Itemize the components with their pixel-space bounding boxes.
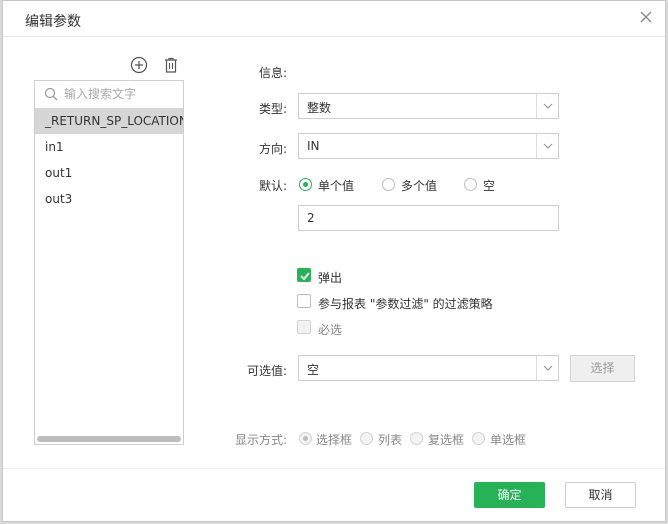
chevron-down-icon xyxy=(543,103,553,109)
search-input[interactable] xyxy=(64,84,178,104)
participate-filter-label: 参与报表 "参数过滤" 的过滤策略 xyxy=(318,297,493,311)
participate-filter-checkbox[interactable] xyxy=(297,294,311,308)
default-multiple-label: 多个值 xyxy=(401,179,438,193)
required-checkbox[interactable] xyxy=(297,320,311,334)
list-item[interactable]: out3 xyxy=(35,186,183,212)
default-empty-label: 空 xyxy=(483,179,496,193)
search-icon xyxy=(44,87,58,101)
list-item[interactable]: out1 xyxy=(35,160,183,186)
display-checkbox-radio[interactable] xyxy=(410,432,423,445)
display-radio-radio[interactable] xyxy=(472,432,485,445)
default-value-box xyxy=(298,205,559,231)
required-label: 必选 xyxy=(318,323,343,337)
type-label: 类型: xyxy=(259,102,288,116)
direction-select-value: IN xyxy=(307,139,320,153)
list-item[interactable]: in1 xyxy=(35,134,183,160)
search-box xyxy=(36,82,182,106)
type-select-value: 整数 xyxy=(307,101,332,115)
popup-checkbox[interactable] xyxy=(297,268,311,282)
optional-values-label: 可选值: xyxy=(247,364,288,378)
optional-values-select-value: 空 xyxy=(307,363,320,377)
parameter-list: _RETURN_SP_LOCATION_ in1 out1 out3 xyxy=(35,108,183,212)
display-radio-label: 单选框 xyxy=(490,433,527,447)
display-list-label: 列表 xyxy=(378,433,403,447)
display-combo-radio[interactable] xyxy=(299,432,312,445)
optional-values-select[interactable]: 空 xyxy=(298,355,559,381)
delete-parameter-icon[interactable] xyxy=(162,56,180,74)
dialog-titlebar: 编辑参数 xyxy=(3,1,665,37)
info-label: 信息: xyxy=(259,66,288,80)
type-select[interactable]: 整数 xyxy=(298,93,559,119)
choose-button[interactable]: 选择 xyxy=(570,355,635,382)
list-item[interactable]: _RETURN_SP_LOCATION_ xyxy=(35,108,183,134)
default-single-label: 单个值 xyxy=(318,179,355,193)
default-single-radio[interactable] xyxy=(299,178,312,191)
default-multiple-radio[interactable] xyxy=(382,178,395,191)
popup-label: 弹出 xyxy=(318,271,343,285)
ok-button[interactable]: 确定 xyxy=(474,482,545,508)
display-combo-label: 选择框 xyxy=(316,433,353,447)
display-list-radio[interactable] xyxy=(360,432,373,445)
default-value-input[interactable] xyxy=(299,206,558,230)
footer-divider xyxy=(3,468,665,469)
display-mode-label: 显示方式: xyxy=(235,433,288,447)
default-empty-radio[interactable] xyxy=(464,178,477,191)
parameter-list-panel: _RETURN_SP_LOCATION_ in1 out1 out3 xyxy=(34,80,184,445)
edit-parameter-dialog: 编辑参数 _RETURN_SP_LOCATION_ in1 out1 out3 xyxy=(2,0,666,522)
cancel-button[interactable]: 取消 xyxy=(565,482,636,508)
direction-select[interactable]: IN xyxy=(298,133,559,159)
chevron-down-icon xyxy=(543,365,553,371)
check-icon xyxy=(300,272,310,281)
horizontal-scrollbar[interactable] xyxy=(37,436,181,442)
default-label: 默认: xyxy=(259,179,288,193)
close-icon[interactable] xyxy=(639,10,653,24)
add-parameter-icon[interactable] xyxy=(130,56,148,74)
direction-label: 方向: xyxy=(259,142,288,156)
display-checkbox-label: 复选框 xyxy=(428,433,465,447)
chevron-down-icon xyxy=(543,143,553,149)
dialog-title: 编辑参数 xyxy=(25,14,81,30)
